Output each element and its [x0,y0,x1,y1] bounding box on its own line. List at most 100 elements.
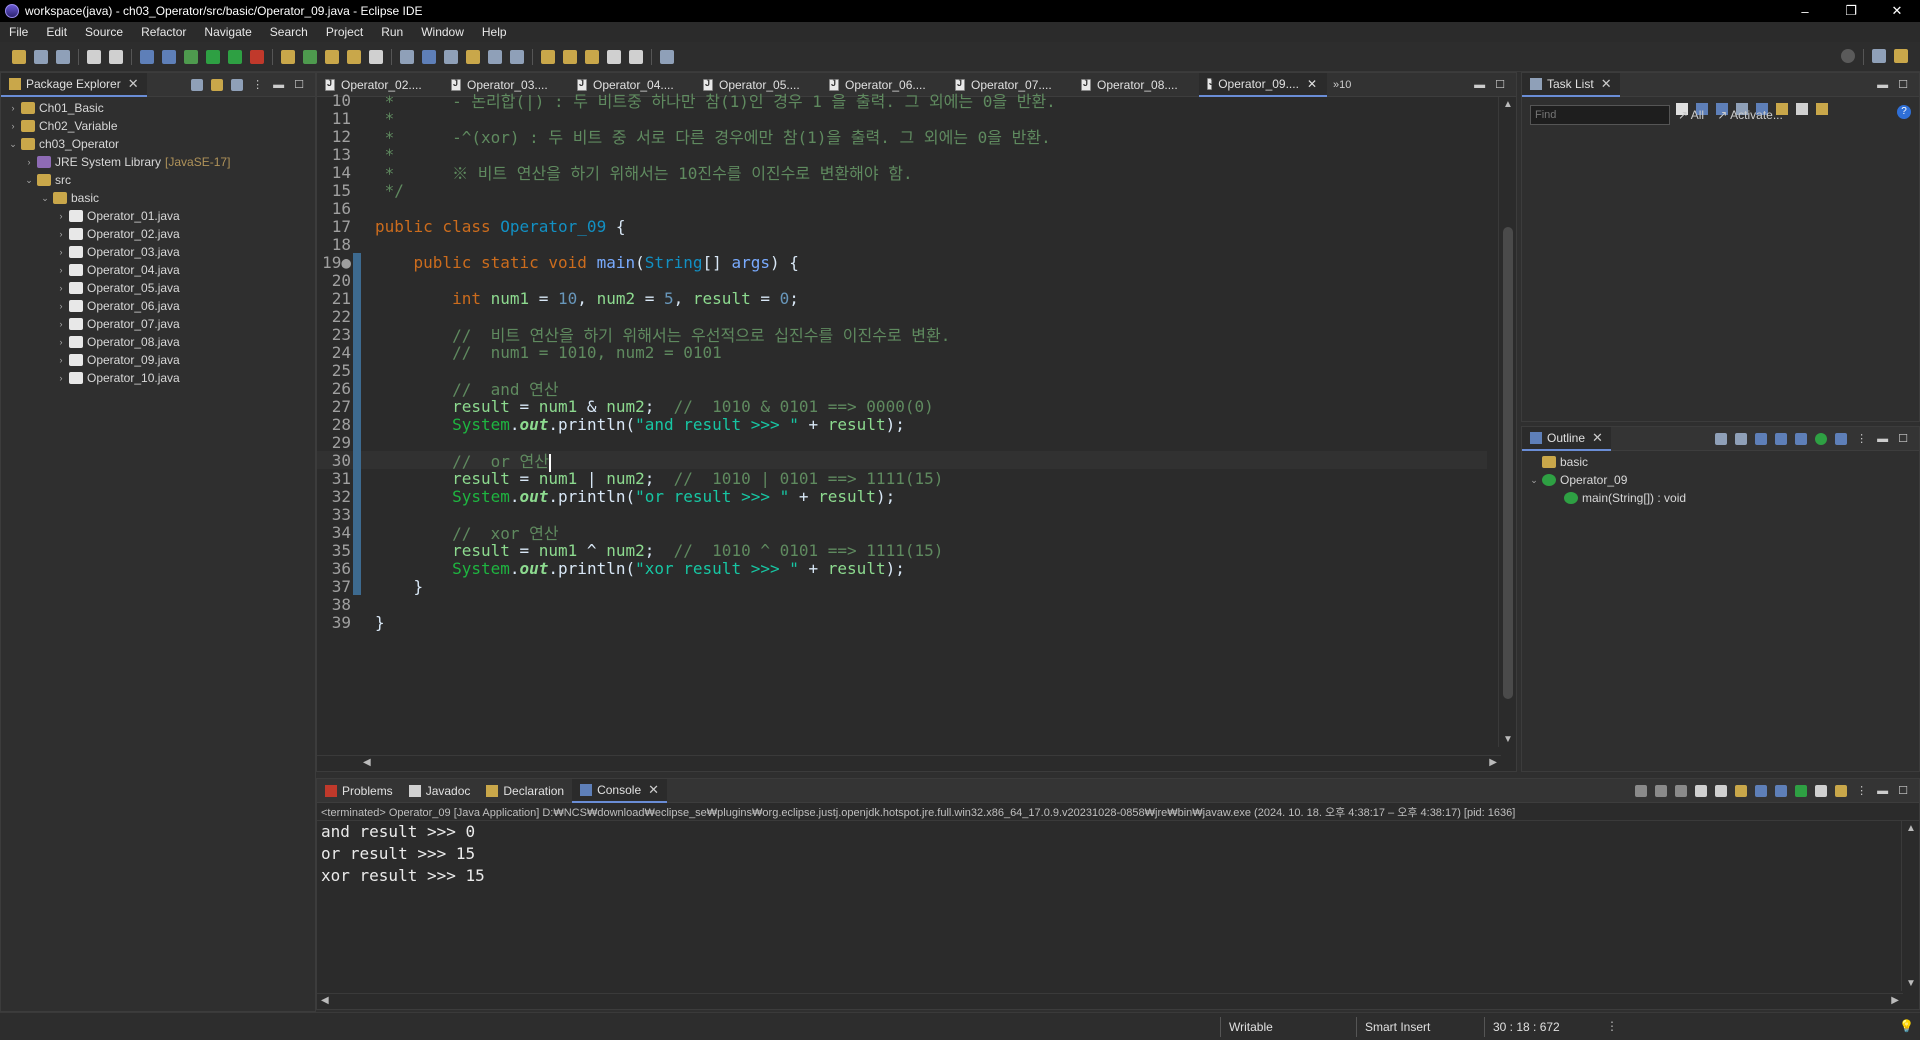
code-line[interactable]: 28 System.out.println("and result >>> " … [317,415,1487,434]
minimize-view-icon[interactable]: ▬ [273,79,284,91]
scroll-up-icon[interactable]: ▲ [1906,823,1916,834]
new-class-icon[interactable] [303,49,317,64]
code-line[interactable]: 34 // xor 연산 [317,523,1487,544]
outline-item[interactable]: main(String[]) : void [1522,489,1919,507]
search-icon[interactable] [1841,49,1855,63]
tree-item[interactable]: › Operator_07.java [1,315,315,333]
chevron-down-icon[interactable]: ⌄ [39,193,51,204]
debug-icon[interactable] [184,49,198,64]
chevron-right-icon[interactable]: › [55,301,67,311]
coverage-icon[interactable] [228,49,242,64]
more-tabs-button[interactable]: »10 [1333,79,1351,91]
collapse-all-icon[interactable] [191,78,204,91]
close-icon[interactable]: ✕ [648,782,659,798]
scroll-right-icon[interactable]: ▶ [1891,995,1899,1006]
toggle-block-selection-icon[interactable] [422,49,436,64]
scroll-lock-icon[interactable] [1715,784,1728,797]
terminate-icon[interactable] [1635,784,1648,797]
editor-vertical-scrollbar[interactable]: ▲ ▼ [1498,97,1516,747]
pin-console-icon[interactable] [1795,784,1808,797]
view-menu-icon[interactable]: ⋮ [252,78,263,91]
java-perspective-icon[interactable] [1894,49,1908,63]
maximize-view-icon[interactable]: ☐ [294,78,304,91]
hide-static-icon[interactable] [1795,432,1808,445]
show-stderr-icon[interactable] [1775,784,1788,797]
tree-item[interactable]: › Operator_02.java [1,225,315,243]
maximize-view-icon[interactable]: ☐ [1898,432,1908,445]
remove-all-terminated-icon[interactable] [1675,784,1688,797]
remove-launch-icon[interactable] [1655,784,1668,797]
tree-item[interactable]: › Operator_10.java [1,369,315,387]
close-icon[interactable]: ✕ [1307,77,1317,91]
new-java-project-icon[interactable] [281,49,295,64]
save-all-icon[interactable] [56,49,70,64]
code-line[interactable]: 14 * ※ 비트 연산을 하기 위해서는 10진수를 이진수로 변환해야 함. [317,163,1487,184]
open-type-icon[interactable] [325,49,339,64]
minimize-view-icon[interactable]: ▬ [1877,79,1888,91]
scrollbar-thumb[interactable] [1503,227,1513,699]
filter-icon[interactable] [231,78,244,91]
pin-editor-icon[interactable] [660,49,674,64]
chevron-right-icon[interactable]: › [55,283,67,293]
tree-item[interactable]: › Operator_04.java [1,261,315,279]
chevron-right-icon[interactable]: › [55,229,67,239]
chevron-down-icon[interactable]: ⌄ [1528,475,1540,486]
code-line[interactable]: 21 int num1 = 10, num2 = 5, result = 0; [317,289,1487,308]
code-line[interactable]: 38 [317,595,1487,614]
menu-project[interactable]: Project [317,25,372,39]
scroll-right-icon[interactable]: ▶ [1489,757,1497,768]
toggle-mark-occurrences-icon[interactable] [400,49,414,64]
code-line[interactable]: 23 // 비트 연산을 하기 위해서는 우선적으로 십진수를 이진수로 변환. [317,325,1487,346]
tree-item[interactable]: ⌄ ch03_Operator [1,135,315,153]
code-line[interactable]: 19● public static void main(String[] arg… [317,253,1487,272]
outline-item[interactable]: ⌄ Operator_09 [1522,471,1919,489]
code-line[interactable]: 10 * - 논리합(|) : 두 비트중 하나만 참(1)인 경우 1 을 출… [317,91,1487,112]
chevron-down-icon[interactable]: ⌄ [23,175,35,186]
minimize-button[interactable]: – [1782,0,1828,22]
chevron-right-icon[interactable]: › [55,247,67,257]
tab-package-explorer[interactable]: Package Explorer ✕ [1,72,147,97]
hide-local-types-icon[interactable] [1835,432,1848,445]
search-toolbar-icon[interactable] [369,49,383,64]
tree-item[interactable]: › Operator_06.java [1,297,315,315]
tree-item[interactable]: › Operator_09.java [1,351,315,369]
paragraph-icon[interactable] [510,49,524,64]
code-line[interactable]: 12 * -^(xor) : 두 비트 중 서로 다른 경우에만 참(1)을 출… [317,127,1487,148]
sort-icon[interactable] [1755,432,1768,445]
navigate-back-icon[interactable] [607,49,621,64]
chevron-right-icon[interactable]: › [55,355,67,365]
tab-declaration[interactable]: Declaration [478,779,572,803]
code-line[interactable]: 37 } [317,577,1487,596]
chevron-right-icon[interactable]: › [7,103,19,113]
tree-item[interactable]: ⌄ basic [1,189,315,207]
skip-breakpoints-icon[interactable] [162,49,176,64]
tab-task-list[interactable]: Task List ✕ [1522,72,1620,97]
console-output[interactable]: and result >>> 0 or result >>> 15 xor resu… [317,821,1919,887]
synchronize-icon[interactable] [1816,103,1828,115]
minimize-view-icon[interactable]: ▬ [1877,433,1888,445]
word-wrap-icon[interactable] [1735,784,1748,797]
chevron-right-icon[interactable]: › [55,373,67,383]
chevron-right-icon[interactable]: › [7,121,19,131]
code-line[interactable]: 24 // num1 = 1010, num2 = 0101 [317,343,1487,362]
scroll-down-icon[interactable]: ▼ [1503,734,1513,745]
console-horizontal-scrollbar[interactable]: ◀ ▶ [317,993,1903,1009]
tree-item[interactable]: › Operator_05.java [1,279,315,297]
navigate-forward-icon[interactable] [629,49,643,64]
code-line[interactable]: 15 */ [317,181,1487,200]
code-line[interactable]: 20 [317,271,1487,290]
collapse-all-icon[interactable] [1796,103,1808,115]
view-menu-icon[interactable]: ⋮ [1856,784,1867,797]
chevron-right-icon[interactable]: › [55,337,67,347]
redo-icon[interactable] [109,49,123,64]
code-editor[interactable]: 10 * - 논리합(|) : 두 비트중 하나만 참(1)인 경우 1 을 출… [317,91,1487,747]
scroll-left-icon[interactable]: ◀ [321,995,329,1006]
tree-item[interactable]: › Ch01_Basic [1,99,315,117]
close-icon[interactable]: ✕ [1592,430,1603,446]
link-with-editor-icon[interactable] [211,78,224,91]
minimize-view-icon[interactable]: ▬ [1877,785,1888,797]
next-annotation-icon[interactable] [466,49,480,64]
all-link[interactable]: All [1691,108,1704,122]
last-edit-location-icon[interactable] [541,49,555,64]
code-line[interactable]: 31 result = num1 | num2; // 1010 | 0101 … [317,469,1487,488]
